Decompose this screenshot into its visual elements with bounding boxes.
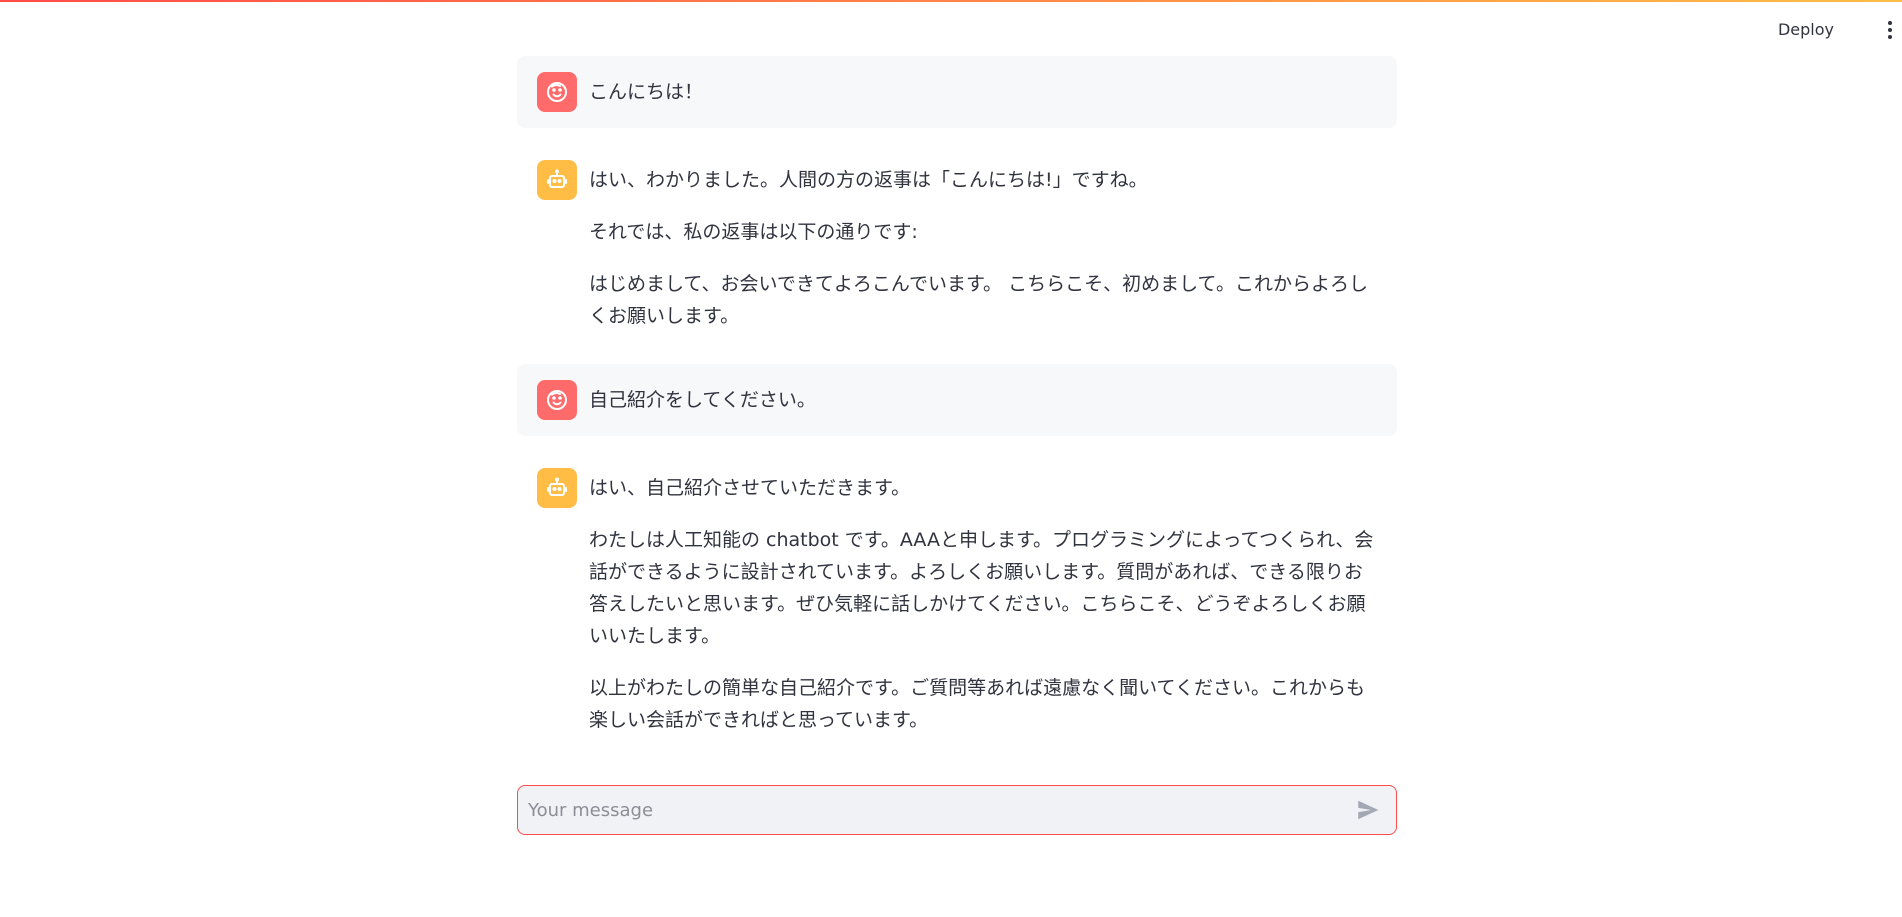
message-text: はい、わかりました。人間の方の返事は「こんにちは!」ですね。 — [589, 169, 1148, 191]
deploy-button[interactable]: Deploy — [1778, 16, 1834, 44]
chat-message-input[interactable] — [518, 787, 1348, 833]
chat-message-assistant: はい、自己紹介させていただきます。 わたしは人工知能の chatbot です。A… — [517, 452, 1397, 752]
chat-message-assistant: はい、わかりました。人間の方の返事は「こんにちは!」ですね。 それでは、私の返事… — [517, 144, 1397, 348]
app-header: Deploy — [0, 2, 1902, 56]
smiley-face-icon — [547, 82, 567, 102]
message-content: はい、自己紹介させていただきます。 わたしは人工知能の chatbot です。A… — [589, 468, 1377, 736]
chat-messages: こんにちは！ はい、わかりました。人間の方の返事は「こんにちは!」ですね。 それ… — [517, 56, 1397, 768]
message-content: こんにちは！ — [589, 72, 1377, 108]
robot-icon — [547, 477, 567, 496]
message-content: 自己紹介をしてください。 — [589, 380, 1377, 416]
assistant-avatar — [537, 468, 577, 508]
message-content: はい、わかりました。人間の方の返事は「こんにちは!」ですね。 それでは、私の返事… — [589, 160, 1377, 332]
send-button[interactable] — [1348, 790, 1388, 830]
chat-message-user: こんにちは！ — [517, 56, 1397, 128]
message-text: はじめまして、お会いできてよろこんでいます。 こちらこそ、初めまして。これからよ… — [589, 273, 1368, 327]
more-vertical-icon — [1888, 21, 1892, 25]
more-vertical-icon-dot — [1888, 28, 1892, 32]
chat-message-user: 自己紹介をしてください。 — [517, 364, 1397, 436]
assistant-avatar — [537, 160, 577, 200]
message-text: 以上がわたしの簡単な自己紹介です。ご質問等あれば遠慮なく聞いてください。これから… — [589, 677, 1365, 731]
main-menu-button[interactable] — [1880, 16, 1900, 44]
message-text: はい、自己紹介させていただきます。 — [589, 477, 911, 499]
message-text: こんにちは！ — [589, 81, 704, 103]
user-avatar — [537, 380, 577, 420]
robot-icon — [547, 169, 567, 188]
chat-input-container — [517, 785, 1397, 835]
message-text: それでは、私の返事は以下の通りです: — [589, 221, 918, 243]
more-vertical-icon-dot — [1888, 35, 1892, 39]
message-text: わたしは人工知能の chatbot です。AAAと申します。プログラミングによっ… — [589, 529, 1374, 647]
smiley-face-icon — [547, 390, 567, 410]
message-text: 自己紹介をしてください。 — [589, 389, 816, 411]
user-avatar — [537, 72, 577, 112]
send-arrow-icon — [1358, 800, 1379, 820]
